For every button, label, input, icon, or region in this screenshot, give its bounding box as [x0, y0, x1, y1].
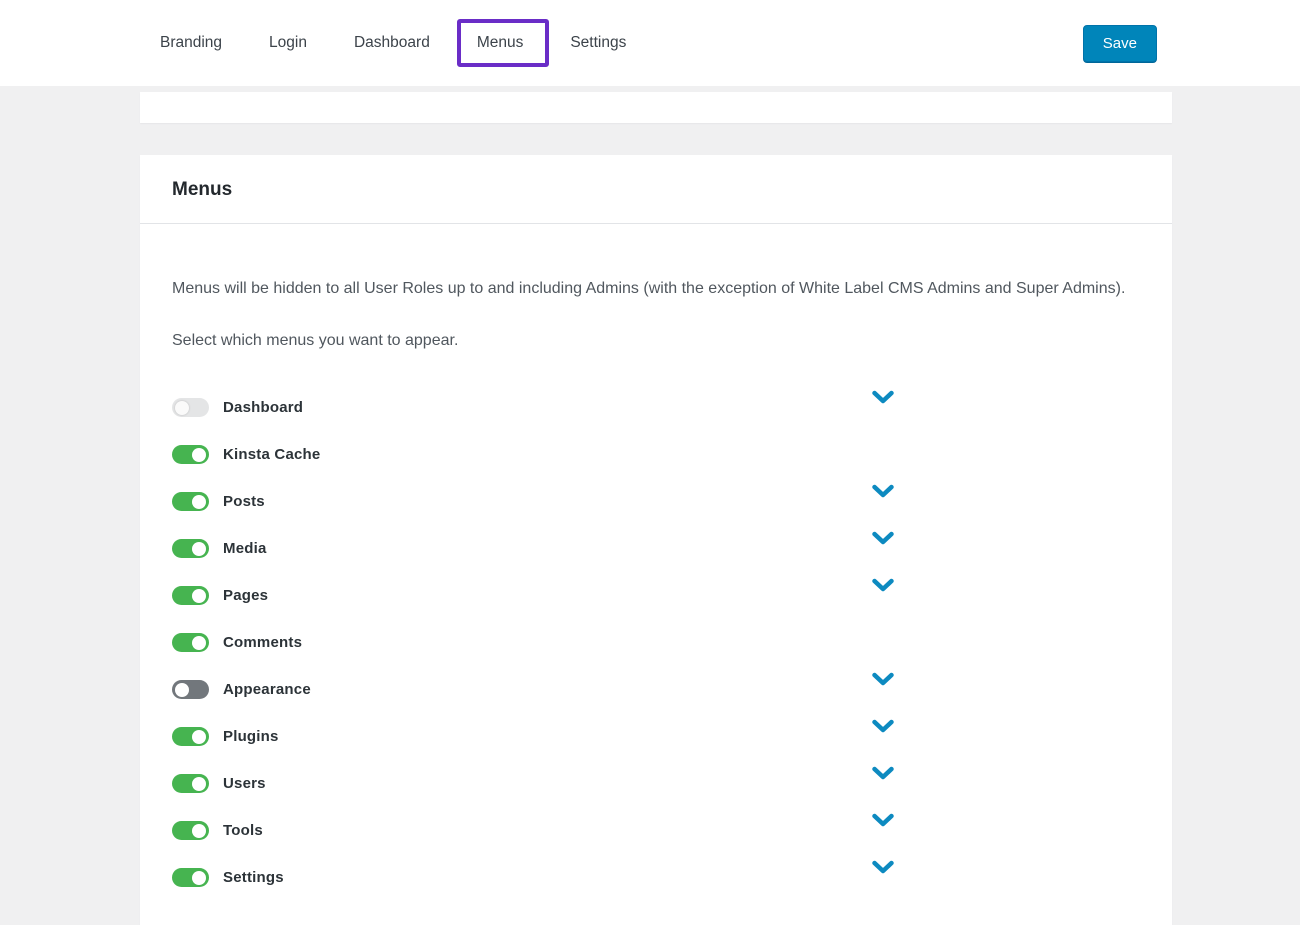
menu-row-label: Settings: [223, 869, 284, 886]
chevron-down-icon[interactable]: [872, 813, 894, 827]
tab-settings[interactable]: Settings: [570, 33, 626, 53]
menu-row-appearance: Appearance: [172, 666, 1140, 713]
toggle-knob: [192, 871, 206, 885]
menu-row-dashboard: Dashboard: [172, 384, 1140, 431]
menu-row-plugins: Plugins: [172, 713, 1140, 760]
menu-row-pages: Pages: [172, 572, 1140, 619]
chevron-down-icon[interactable]: [872, 484, 894, 498]
menu-row-kinsta-cache: Kinsta Cache: [172, 431, 1140, 478]
top-nav: Branding Login Dashboard Menus Settings …: [0, 0, 1300, 86]
menu-row-label: Dashboard: [223, 399, 303, 416]
nav-tabs: Branding Login Dashboard Menus Settings: [160, 33, 626, 53]
toggle-users[interactable]: [172, 774, 209, 793]
toggle-knob: [175, 683, 189, 697]
menu-row-tools: Tools: [172, 807, 1140, 854]
page-title: Menus: [172, 179, 1140, 201]
menu-row-label: Pages: [223, 587, 268, 604]
toggle-tools[interactable]: [172, 821, 209, 840]
toggle-knob: [192, 730, 206, 744]
chevron-down-icon[interactable]: [872, 578, 894, 592]
toggle-comments[interactable]: [172, 633, 209, 652]
menu-row-users: Users: [172, 760, 1140, 807]
nav-spacer-strip: [140, 92, 1172, 123]
menu-row-posts: Posts: [172, 478, 1140, 525]
menu-row-label: Appearance: [223, 681, 311, 698]
menus-instruction: Select which menus you want to appear.: [172, 328, 1140, 354]
chevron-down-icon[interactable]: [872, 719, 894, 733]
toggle-knob: [192, 777, 206, 791]
tab-login[interactable]: Login: [269, 33, 307, 53]
toggle-plugins[interactable]: [172, 727, 209, 746]
chevron-down-icon[interactable]: [872, 531, 894, 545]
toggle-pages[interactable]: [172, 586, 209, 605]
toggle-knob: [175, 401, 189, 415]
menu-row-comments: Comments: [172, 619, 1140, 666]
menu-row-label: Kinsta Cache: [223, 446, 320, 463]
toggle-kinsta-cache[interactable]: [172, 445, 209, 464]
menus-panel: Menus Menus will be hidden to all User R…: [140, 155, 1172, 925]
menus-description: Menus will be hidden to all User Roles u…: [172, 276, 1140, 302]
toggle-dashboard[interactable]: [172, 398, 209, 417]
toggle-media[interactable]: [172, 539, 209, 558]
tab-menus[interactable]: Menus: [477, 33, 524, 53]
panel-body: Menus will be hidden to all User Roles u…: [140, 224, 1172, 901]
chevron-down-icon[interactable]: [872, 766, 894, 780]
toggle-knob: [192, 824, 206, 838]
menu-row-label: Media: [223, 540, 267, 557]
toggle-posts[interactable]: [172, 492, 209, 511]
menu-row-label: Plugins: [223, 728, 279, 745]
tab-dashboard[interactable]: Dashboard: [354, 33, 430, 53]
toggle-appearance[interactable]: [172, 680, 209, 699]
save-button[interactable]: Save: [1083, 25, 1157, 62]
menu-row-label: Comments: [223, 634, 302, 651]
toggle-knob: [192, 448, 206, 462]
toggle-settings[interactable]: [172, 868, 209, 887]
chevron-down-icon[interactable]: [872, 860, 894, 874]
menu-row-label: Tools: [223, 822, 263, 839]
toggle-knob: [192, 589, 206, 603]
toggle-knob: [192, 495, 206, 509]
menu-rows: Dashboard Kinsta Cache Posts Media: [172, 384, 1140, 901]
toggle-knob: [192, 636, 206, 650]
tab-branding[interactable]: Branding: [160, 33, 222, 53]
menu-row-settings: Settings: [172, 854, 1140, 901]
menu-row-media: Media: [172, 525, 1140, 572]
chevron-down-icon[interactable]: [872, 390, 894, 404]
menu-row-label: Posts: [223, 493, 265, 510]
chevron-down-icon[interactable]: [872, 672, 894, 686]
panel-header: Menus: [140, 155, 1172, 224]
menu-row-label: Users: [223, 775, 266, 792]
toggle-knob: [192, 542, 206, 556]
